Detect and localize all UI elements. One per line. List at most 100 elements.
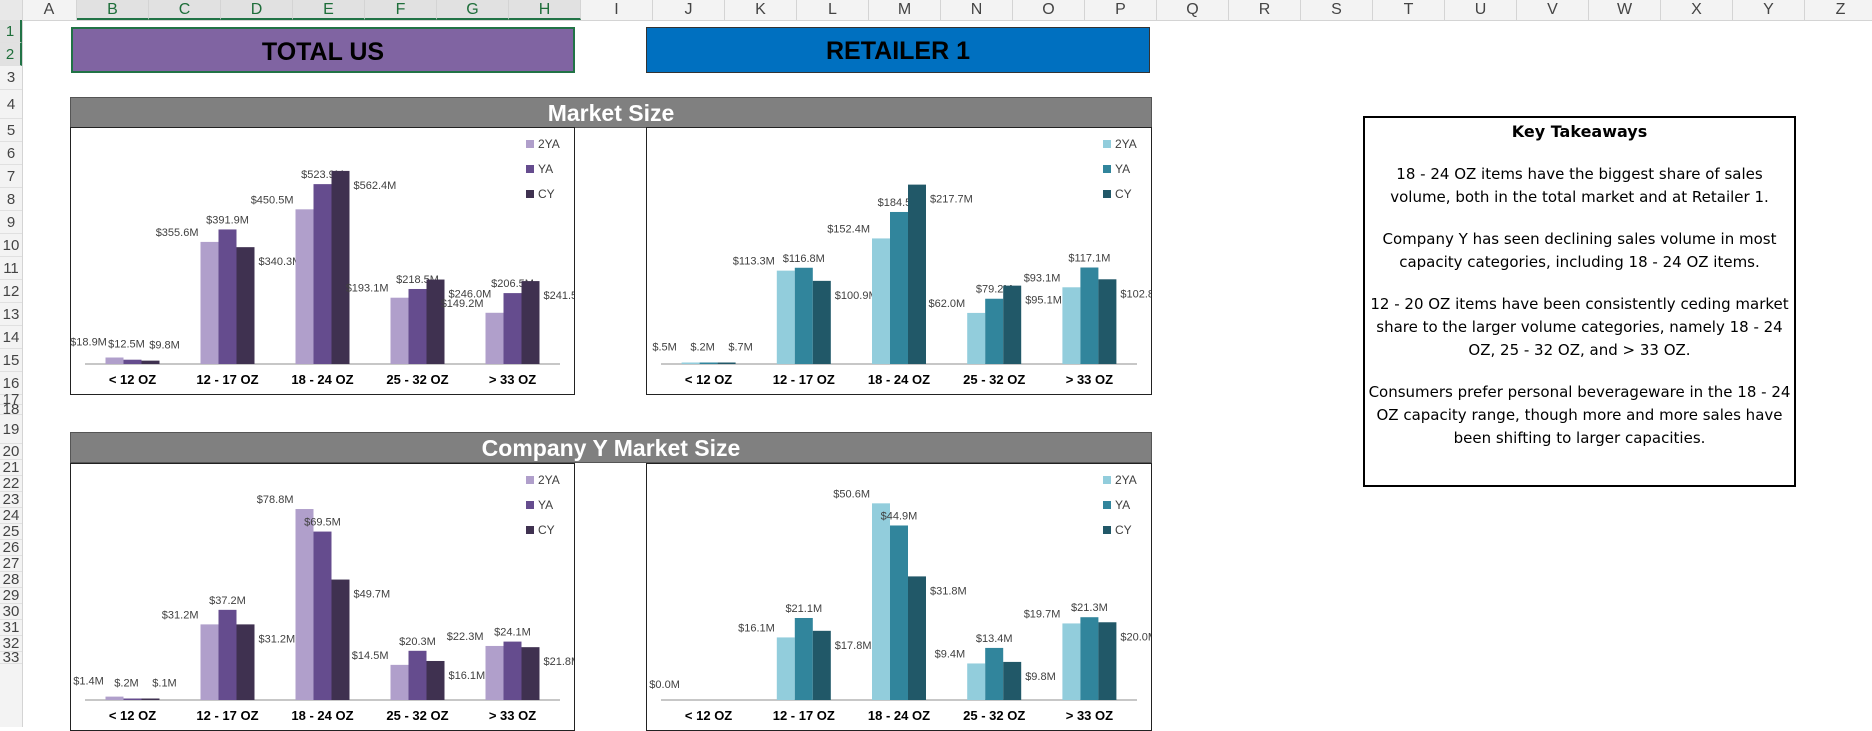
chart-retailer-company[interactable]: < 12 OZ $0.0M 12 - 17 OZ $16.1M $21.1M $17.8M…: [646, 463, 1152, 731]
row-header-24[interactable]: 24: [0, 508, 22, 524]
row-header-13[interactable]: 13: [0, 303, 22, 326]
bar-ya[interactable]: [503, 641, 522, 700]
bar-cy[interactable]: [426, 660, 445, 700]
bar-cy[interactable]: [141, 698, 160, 701]
bar-cy[interactable]: [812, 280, 831, 364]
chart-total-market[interactable]: < 12 OZ $18.9M $12.5M $9.8M 12 - 17 OZ $355.6…: [70, 127, 575, 395]
bar-2ya[interactable]: [681, 362, 700, 365]
key-takeaways-box[interactable]: Key Takeaways 18 - 24 OZ items have the …: [1363, 116, 1796, 487]
bar-cy[interactable]: [521, 281, 540, 364]
total-us-header[interactable]: TOTAL US: [71, 27, 575, 73]
bar-2ya[interactable]: [1062, 287, 1081, 364]
row-header-19[interactable]: 19: [0, 415, 22, 444]
sheet-grid[interactable]: TOTAL US RETAILER 1 Market Size Company …: [22, 21, 1872, 731]
row-header-29[interactable]: 29: [0, 588, 22, 604]
row-header-18[interactable]: 18: [0, 402, 22, 417]
column-header-a[interactable]: A: [22, 0, 77, 20]
column-header-w[interactable]: W: [1589, 0, 1661, 20]
bar-ya[interactable]: [313, 184, 332, 364]
bar-ya[interactable]: [985, 647, 1004, 700]
bar-cy[interactable]: [331, 170, 350, 364]
bar-cy[interactable]: [236, 624, 255, 700]
row-header-10[interactable]: 10: [0, 234, 22, 257]
bar-ya[interactable]: [890, 525, 908, 700]
bar-ya[interactable]: [123, 359, 142, 364]
column-header-j[interactable]: J: [653, 0, 725, 20]
bar-2ya[interactable]: [1062, 623, 1081, 700]
column-header-k[interactable]: K: [725, 0, 797, 20]
bar-ya[interactable]: [1080, 617, 1099, 700]
row-header-27[interactable]: 27: [0, 556, 22, 572]
chart-retailer-market[interactable]: < 12 OZ $.5M $.2M $.7M 12 - 17 OZ $113.3M $116…: [646, 127, 1152, 395]
row-header-25[interactable]: 25: [0, 524, 22, 540]
column-header-y[interactable]: Y: [1733, 0, 1805, 20]
bar-2ya[interactable]: [872, 238, 890, 364]
retailer-header[interactable]: RETAILER 1: [646, 27, 1150, 73]
bar-2ya[interactable]: [295, 509, 314, 700]
bar-2ya[interactable]: [390, 297, 409, 364]
row-header-31[interactable]: 31: [0, 620, 22, 636]
bar-2ya[interactable]: [776, 637, 795, 700]
column-header-c[interactable]: C: [149, 0, 221, 20]
bar-cy[interactable]: [236, 247, 255, 364]
column-header-o[interactable]: O: [1013, 0, 1085, 20]
bar-cy[interactable]: [1003, 661, 1022, 700]
column-header-v[interactable]: V: [1517, 0, 1589, 20]
bar-ya[interactable]: [699, 362, 718, 365]
column-header-h[interactable]: H: [509, 0, 581, 20]
column-header-l[interactable]: L: [797, 0, 869, 20]
row-header-26[interactable]: 26: [0, 540, 22, 556]
row-header-28[interactable]: 28: [0, 572, 22, 588]
bar-cy[interactable]: [141, 360, 160, 364]
row-header-22[interactable]: 22: [0, 476, 22, 492]
column-header-q[interactable]: Q: [1157, 0, 1229, 20]
bar-2ya[interactable]: [200, 624, 219, 700]
bar-2ya[interactable]: [967, 663, 986, 700]
row-header-30[interactable]: 30: [0, 604, 22, 620]
bar-2ya[interactable]: [872, 503, 890, 700]
bar-ya[interactable]: [123, 698, 142, 701]
row-header-1[interactable]: 1: [0, 20, 22, 43]
column-header-r[interactable]: R: [1229, 0, 1301, 20]
row-header-3[interactable]: 3: [0, 66, 22, 90]
bar-ya[interactable]: [890, 211, 908, 364]
column-header-i[interactable]: I: [581, 0, 653, 20]
row-header-11[interactable]: 11: [0, 257, 22, 280]
row-header-20[interactable]: 20: [0, 444, 22, 460]
row-header-14[interactable]: 14: [0, 326, 22, 349]
bar-ya[interactable]: [408, 288, 427, 364]
row-header-2[interactable]: 2: [0, 43, 22, 66]
bar-cy[interactable]: [1003, 285, 1022, 364]
row-header-5[interactable]: 5: [0, 119, 22, 142]
bar-2ya[interactable]: [776, 270, 795, 364]
bar-cy[interactable]: [717, 362, 736, 365]
row-header-6[interactable]: 6: [0, 142, 22, 165]
bar-ya[interactable]: [408, 650, 427, 700]
chart-total-company[interactable]: < 12 OZ $1.4M $.2M $.1M 12 - 17 OZ $31.2M $37.…: [70, 463, 575, 731]
column-header-t[interactable]: T: [1373, 0, 1445, 20]
column-header-f[interactable]: F: [365, 0, 437, 20]
bar-cy[interactable]: [426, 279, 445, 364]
bar-2ya[interactable]: [105, 357, 124, 364]
bar-2ya[interactable]: [105, 696, 124, 700]
column-header-g[interactable]: G: [437, 0, 509, 20]
bar-2ya[interactable]: [485, 645, 504, 700]
column-header-p[interactable]: P: [1085, 0, 1157, 20]
bar-cy[interactable]: [521, 647, 540, 700]
column-header-m[interactable]: M: [869, 0, 941, 20]
bar-ya[interactable]: [218, 609, 237, 700]
bar-cy[interactable]: [812, 630, 831, 700]
bar-2ya[interactable]: [967, 312, 986, 364]
bar-2ya[interactable]: [200, 241, 219, 364]
column-header-d[interactable]: D: [221, 0, 293, 20]
bar-ya[interactable]: [218, 229, 237, 364]
bar-ya[interactable]: [503, 293, 522, 364]
column-header-z[interactable]: Z: [1805, 0, 1872, 20]
row-header-12[interactable]: 12: [0, 280, 22, 303]
bar-ya[interactable]: [1080, 267, 1099, 364]
row-header-23[interactable]: 23: [0, 492, 22, 508]
column-header-u[interactable]: U: [1445, 0, 1517, 20]
row-header-4[interactable]: 4: [0, 90, 22, 119]
column-header-b[interactable]: B: [77, 0, 149, 20]
row-header-9[interactable]: 9: [0, 211, 22, 234]
